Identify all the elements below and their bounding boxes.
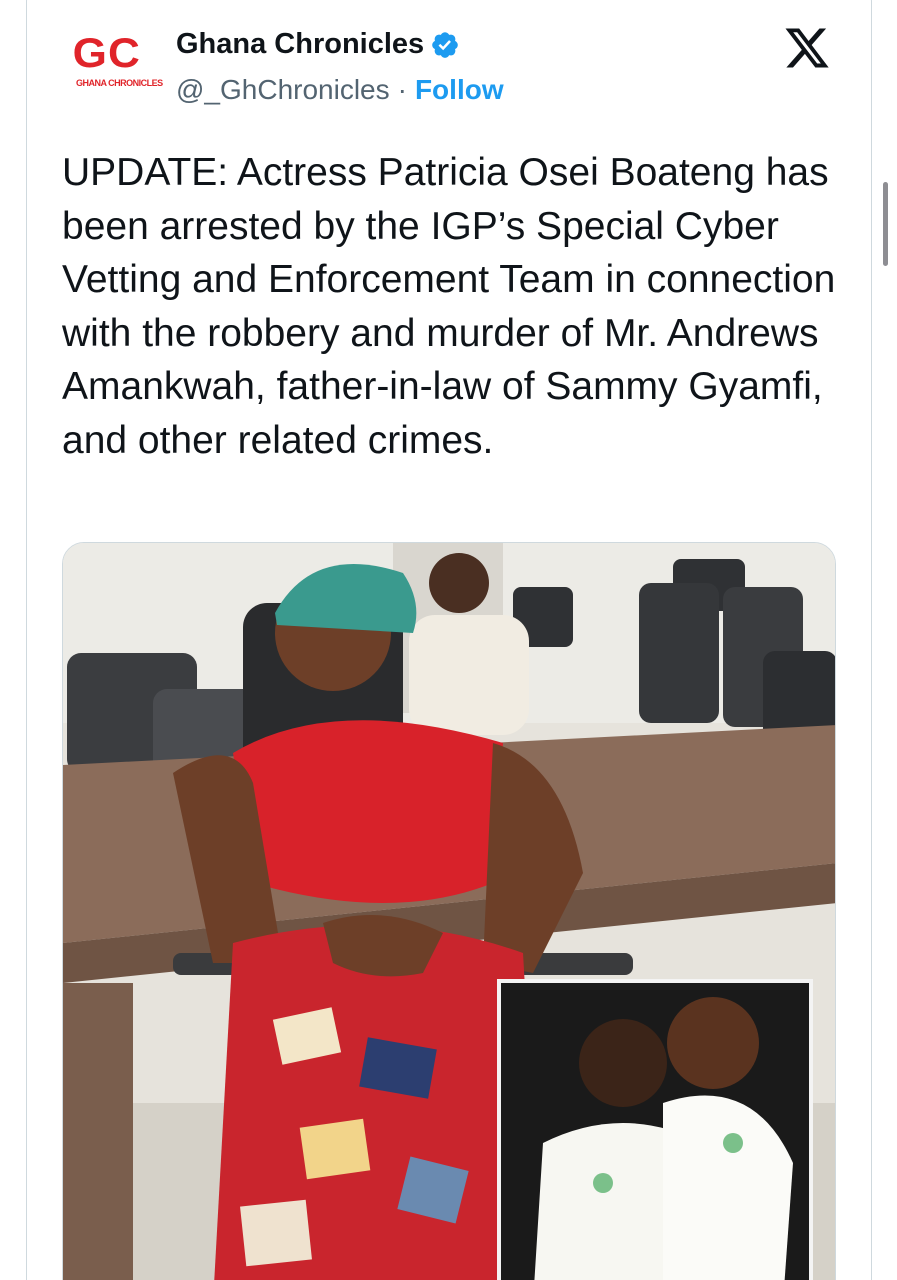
x-logo-icon[interactable]	[782, 24, 832, 72]
handle-separator: ·	[397, 74, 407, 105]
author-handle-row: @_GhChronicles · Follow	[176, 74, 504, 106]
author-name-row: Ghana Chronicles	[176, 28, 460, 61]
avatar-logo-subtext: GHANA CHRONICLES	[76, 78, 163, 88]
avatar-logo-text: GC	[72, 29, 141, 76]
author-handle[interactable]: @_GhChronicles	[176, 74, 390, 106]
tweet-header: GC GHANA CHRONICLES Ghana Chronicles @_G…	[62, 24, 842, 114]
page-scrollbar[interactable]	[883, 182, 888, 266]
author-display-name[interactable]: Ghana Chronicles	[176, 28, 424, 61]
avatar[interactable]: GC GHANA CHRONICLES	[62, 29, 163, 104]
photo-scene	[63, 543, 835, 1280]
follow-button[interactable]: Follow	[415, 74, 504, 106]
tweet-text: UPDATE: Actress Patricia Osei Boateng ha…	[62, 151, 836, 462]
tweet-media-image[interactable]	[62, 542, 836, 1280]
verified-badge-icon	[432, 31, 458, 58]
